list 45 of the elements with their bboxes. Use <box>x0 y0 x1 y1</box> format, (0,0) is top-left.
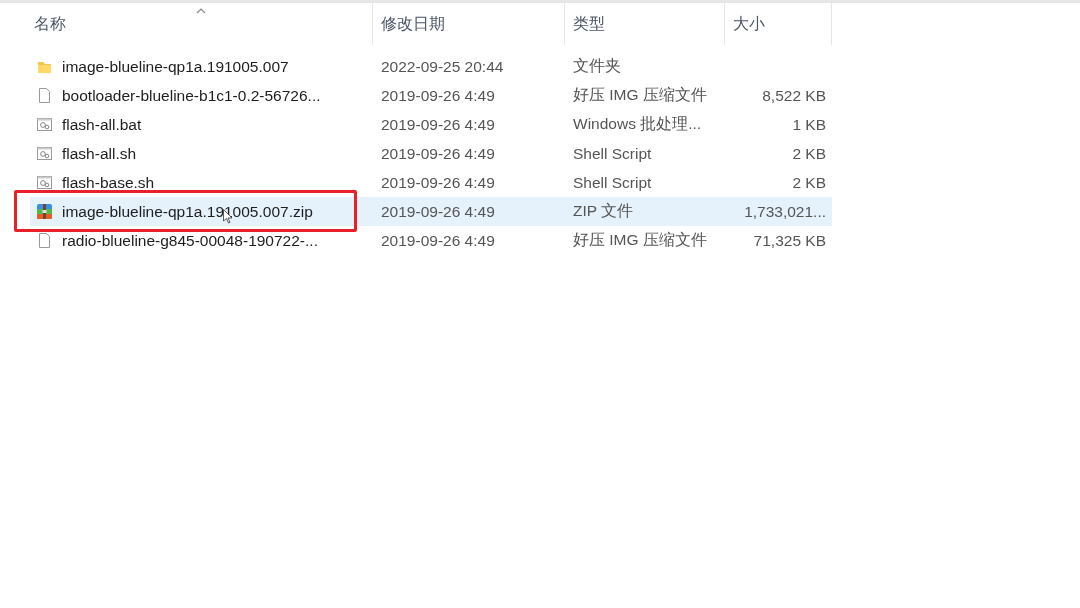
file-row[interactable]: flash-base.sh 2019-09-26 4:49 Shell Script 2 KB <box>30 168 832 197</box>
file-name: flash-all.bat <box>62 115 142 134</box>
modified-date: 2019-09-26 4:49 <box>381 144 495 163</box>
modified-date: 2019-09-26 4:49 <box>381 115 495 134</box>
file-size: 1 KB <box>792 115 826 134</box>
file-row[interactable]: flash-all.sh 2019-09-26 4:49 Shell Script 2 KB <box>30 139 832 168</box>
file-size: 71,325 KB <box>753 231 826 250</box>
file-type: Windows 批处理... <box>573 114 702 134</box>
file-icon <box>36 232 53 249</box>
file-name: flash-all.sh <box>62 144 137 163</box>
modified-date: 2022-09-25 20:44 <box>381 57 504 76</box>
file-row[interactable]: image-blueline-qp1a.191005.007.zip 2019-09-26 4:49 ZIP 文件 1,733,021... <box>30 197 832 226</box>
file-type: 好压 IMG 压缩文件 <box>573 230 707 250</box>
archive-icon <box>36 203 53 220</box>
file-type: 好压 IMG 压缩文件 <box>573 85 707 105</box>
file-type: 文件夹 <box>573 56 621 76</box>
file-type: Shell Script <box>573 144 652 163</box>
file-icon <box>36 87 53 104</box>
modified-date: 2019-09-26 4:49 <box>381 173 495 192</box>
file-type: ZIP 文件 <box>573 201 634 221</box>
column-header[interactable]: 修改日期 <box>373 3 565 45</box>
file-size: 1,733,021... <box>744 202 826 221</box>
file-name: image-blueline-qp1a.191005.007 <box>62 57 289 76</box>
file-size: 2 KB <box>792 144 826 163</box>
sort-ascending-icon <box>196 8 206 14</box>
file-row[interactable]: bootloader-blueline-b1c1-0.2-56726... 2019-09-26 4:49 好压 IMG 压缩文件 8,522 KB <box>30 81 832 110</box>
modified-date: 2019-09-26 4:49 <box>381 202 495 221</box>
modified-date: 2019-09-26 4:49 <box>381 86 495 105</box>
file-size: 8,522 KB <box>762 86 826 105</box>
file-type: Shell Script <box>573 173 652 192</box>
file-name: flash-base.sh <box>62 173 155 192</box>
file-row[interactable]: flash-all.bat 2019-09-26 4:49 Windows 批处理... 1 KB <box>30 110 832 139</box>
file-name: bootloader-blueline-b1c1-0.2-56726... <box>62 86 321 105</box>
column-header[interactable]: 大小 <box>725 3 832 45</box>
column-header[interactable]: 名称 <box>30 3 373 45</box>
script-file-icon <box>36 174 53 191</box>
file-name: radio-blueline-g845-00048-190722-... <box>62 231 318 250</box>
script-file-icon <box>36 145 53 162</box>
file-row[interactable]: radio-blueline-g845-00048-190722-... 2019-09-26 4:49 好压 IMG 压缩文件 71,325 KB <box>30 226 832 255</box>
file-size: 2 KB <box>792 173 826 192</box>
modified-date: 2019-09-26 4:49 <box>381 231 495 250</box>
file-name: image-blueline-qp1a.191005.007.zip <box>62 202 313 221</box>
script-file-icon <box>36 116 53 133</box>
file-row[interactable]: image-blueline-qp1a.191005.007 2022-09-25 20:44 文件夹 <box>30 52 832 81</box>
column-header[interactable]: 类型 <box>565 3 725 45</box>
